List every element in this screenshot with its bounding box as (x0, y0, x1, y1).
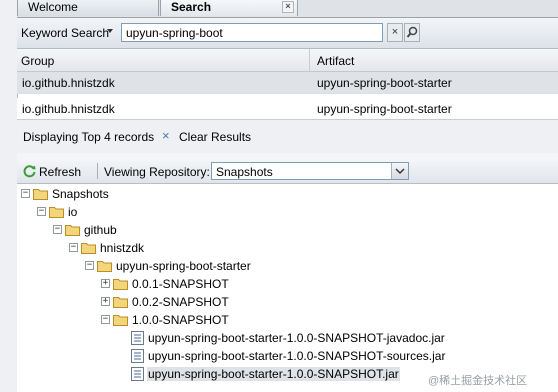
viewing-repository-label: Viewing Repository: (104, 165, 210, 179)
repository-select-value: Snapshots (216, 165, 273, 179)
collapse-toggle-icon[interactable]: − (101, 315, 110, 324)
repository-tree: − Snapshots − io − github − hnistzdk − u… (17, 184, 558, 392)
collapse-toggle-icon[interactable]: − (53, 225, 62, 234)
collapse-toggle-icon[interactable]: − (21, 189, 30, 198)
search-input[interactable] (121, 23, 383, 42)
tree-node-label: io (68, 205, 78, 219)
tree-node-label: 0.0.1-SNAPSHOT (132, 277, 229, 291)
tree-node-label: upyun-spring-boot-starter-1.0.0-SNAPSHOT… (147, 367, 400, 381)
tree-node-label: 1.0.0-SNAPSHOT (132, 313, 229, 327)
keyword-dropdown-icon[interactable] (107, 29, 113, 33)
tree-node-label: upyun-spring-boot-starter (116, 259, 251, 273)
folder-icon (113, 297, 128, 308)
watermark: @稀土掘金技术社区 (428, 375, 528, 387)
results-status-bar: Displaying Top 4 records × Clear Results (17, 119, 558, 154)
expand-toggle-icon[interactable]: + (101, 279, 110, 288)
cell-artifact: upyun-spring-boot-starter (317, 76, 452, 90)
table-row[interactable]: io.github.hnistzdk upyun-spring-boot-sta… (17, 98, 558, 120)
magnifier-icon (406, 26, 418, 38)
column-divider (309, 49, 310, 71)
column-header-artifact[interactable]: Artifact (317, 54, 354, 68)
tree-node-label: upyun-spring-boot-starter-1.0.0-SNAPSHOT… (148, 349, 446, 363)
column-header-group[interactable]: Group (21, 54, 54, 68)
tree-node-label: Snapshots (52, 187, 109, 201)
folder-open-icon (97, 261, 112, 272)
refresh-button[interactable]: Refresh (39, 165, 81, 179)
cell-group: io.github.hnistzdk (22, 102, 115, 116)
chevron-down-icon[interactable] (391, 163, 408, 179)
left-panel-strip (0, 0, 18, 392)
search-button[interactable] (404, 23, 420, 42)
file-icon (131, 331, 144, 345)
tree-node-label: 0.0.2-SNAPSHOT (132, 295, 229, 309)
cell-group: io.github.hnistzdk (22, 76, 115, 90)
clear-search-button[interactable]: × (387, 23, 403, 42)
tab-close-button[interactable]: × (282, 1, 294, 13)
folder-open-icon (65, 225, 80, 236)
tree-node-label: hnistzdk (100, 241, 145, 255)
search-toolbar: Keyword Search × (17, 18, 558, 49)
table-row[interactable]: io.github.hnistzdk upyun-spring-boot-sta… (17, 72, 558, 94)
cell-artifact: upyun-spring-boot-starter (317, 102, 452, 116)
refresh-icon[interactable] (22, 163, 37, 178)
tree-node-label: github (84, 223, 117, 237)
file-icon (131, 349, 144, 363)
expand-toggle-icon[interactable]: + (101, 297, 110, 306)
tab-search[interactable]: Search × (160, 0, 298, 16)
collapse-toggle-icon[interactable]: − (69, 243, 78, 252)
records-count-text: Displaying Top 4 records (23, 130, 155, 144)
clear-results-link[interactable]: Clear Results (179, 130, 251, 144)
file-icon (131, 367, 144, 381)
tree-node-label: upyun-spring-boot-starter-1.0.0-SNAPSHOT… (148, 331, 445, 345)
folder-icon (113, 279, 128, 290)
tab-search-label: Search (171, 0, 212, 14)
browse-toolbar: Refresh Viewing Repository: Snapshots (17, 159, 558, 184)
folder-open-icon (81, 243, 96, 254)
tab-welcome[interactable]: Welcome (17, 0, 159, 16)
collapse-toggle-icon[interactable]: − (85, 261, 94, 270)
folder-open-icon (33, 189, 48, 200)
folder-open-icon (113, 315, 128, 326)
keyword-search-label: Keyword Search (21, 26, 110, 40)
repository-select[interactable]: Snapshots (211, 162, 409, 180)
toolbar-separator (97, 163, 98, 179)
clear-results-icon[interactable]: × (162, 128, 170, 143)
folder-open-icon (49, 207, 64, 218)
results-grid-header: Group Artifact (17, 49, 558, 72)
collapse-toggle-icon[interactable]: − (37, 207, 46, 216)
tab-welcome-label: Welcome (28, 0, 78, 14)
